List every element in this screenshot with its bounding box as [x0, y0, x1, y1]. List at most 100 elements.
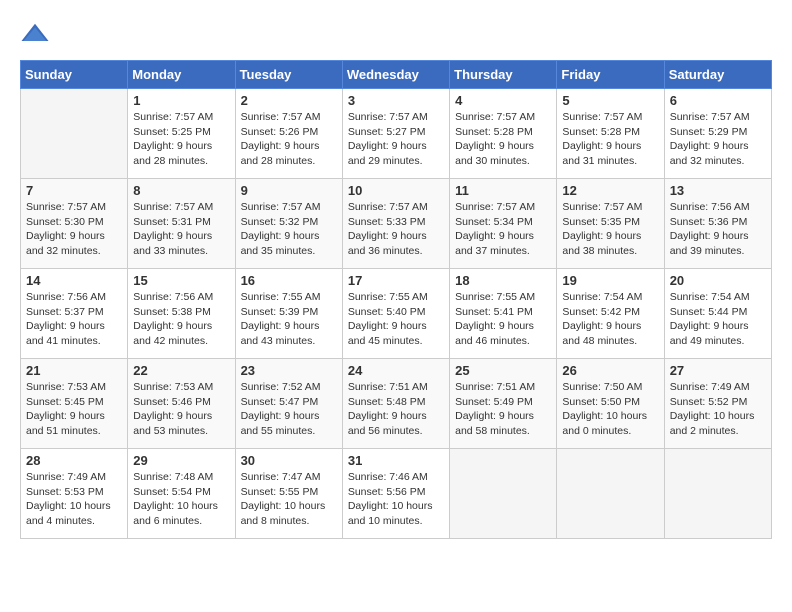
- cell-info: Sunrise: 7:49 AMSunset: 5:52 PMDaylight:…: [670, 380, 766, 439]
- cell-info: Sunrise: 7:51 AMSunset: 5:48 PMDaylight:…: [348, 380, 444, 439]
- cell-info: Sunrise: 7:57 AMSunset: 5:28 PMDaylight:…: [455, 110, 551, 169]
- cell-info: Sunrise: 7:48 AMSunset: 5:54 PMDaylight:…: [133, 470, 229, 529]
- cell-info: Sunrise: 7:54 AMSunset: 5:44 PMDaylight:…: [670, 290, 766, 349]
- day-number: 31: [348, 453, 444, 468]
- day-number: 20: [670, 273, 766, 288]
- day-header-saturday: Saturday: [664, 61, 771, 89]
- cell-info: Sunrise: 7:56 AMSunset: 5:36 PMDaylight:…: [670, 200, 766, 259]
- day-header-monday: Monday: [128, 61, 235, 89]
- calendar-cell: 20 Sunrise: 7:54 AMSunset: 5:44 PMDayligh…: [664, 269, 771, 359]
- logo: [20, 20, 52, 50]
- day-number: 24: [348, 363, 444, 378]
- calendar-cell: 7 Sunrise: 7:57 AMSunset: 5:30 PMDaylight…: [21, 179, 128, 269]
- day-number: 4: [455, 93, 551, 108]
- day-header-sunday: Sunday: [21, 61, 128, 89]
- day-number: 22: [133, 363, 229, 378]
- calendar-cell: 3Sunrise: 7:57 AMSunset: 5:27 PMDaylight…: [342, 89, 449, 179]
- logo-icon: [20, 20, 50, 50]
- cell-info: Sunrise: 7:53 AMSunset: 5:45 PMDaylight:…: [26, 380, 122, 439]
- calendar-cell: 14Sunrise: 7:56 AMSunset: 5:37 PMDayligh…: [21, 269, 128, 359]
- header: [20, 20, 772, 50]
- calendar-cell: 13 Sunrise: 7:56 AMSunset: 5:36 PMDayligh…: [664, 179, 771, 269]
- day-number: 12: [562, 183, 658, 198]
- cell-info: Sunrise: 7:57 AMSunset: 5:30 PMDaylight:…: [26, 200, 122, 259]
- calendar-cell: 2Sunrise: 7:57 AMSunset: 5:26 PMDaylight…: [235, 89, 342, 179]
- day-header-friday: Friday: [557, 61, 664, 89]
- day-number: 9: [241, 183, 337, 198]
- calendar-cell: 31 Sunrise: 7:46 AMSunset: 5:56 PMDayligh…: [342, 449, 449, 539]
- calendar-cell: 16 Sunrise: 7:55 AMSunset: 5:39 PMDayligh…: [235, 269, 342, 359]
- day-number: 5: [562, 93, 658, 108]
- calendar-cell: 11Sunrise: 7:57 AMSunset: 5:34 PMDayligh…: [450, 179, 557, 269]
- calendar-cell: 27 Sunrise: 7:49 AMSunset: 5:52 PMDayligh…: [664, 359, 771, 449]
- calendar-cell: 17 Sunrise: 7:55 AMSunset: 5:40 PMDayligh…: [342, 269, 449, 359]
- cell-info: Sunrise: 7:54 AMSunset: 5:42 PMDaylight:…: [562, 290, 658, 349]
- calendar-cell: 9 Sunrise: 7:57 AMSunset: 5:32 PMDaylight…: [235, 179, 342, 269]
- calendar-cell: 15Sunrise: 7:56 AMSunset: 5:38 PMDayligh…: [128, 269, 235, 359]
- week-row-3: 14Sunrise: 7:56 AMSunset: 5:37 PMDayligh…: [21, 269, 772, 359]
- cell-info: Sunrise: 7:57 AMSunset: 5:32 PMDaylight:…: [241, 200, 337, 259]
- calendar-table: SundayMondayTuesdayWednesdayThursdayFrid…: [20, 60, 772, 539]
- calendar-cell: [557, 449, 664, 539]
- calendar-cell: 1Sunrise: 7:57 AMSunset: 5:25 PMDaylight…: [128, 89, 235, 179]
- calendar-cell: 18 Sunrise: 7:55 AMSunset: 5:41 PMDayligh…: [450, 269, 557, 359]
- week-row-5: 28 Sunrise: 7:49 AMSunset: 5:53 PMDayligh…: [21, 449, 772, 539]
- calendar-cell: 4 Sunrise: 7:57 AMSunset: 5:28 PMDaylight…: [450, 89, 557, 179]
- day-number: 21: [26, 363, 122, 378]
- cell-info: Sunrise: 7:55 AMSunset: 5:41 PMDaylight:…: [455, 290, 551, 349]
- cell-info: Sunrise: 7:57 AMSunset: 5:35 PMDaylight:…: [562, 200, 658, 259]
- calendar-cell: 28 Sunrise: 7:49 AMSunset: 5:53 PMDayligh…: [21, 449, 128, 539]
- calendar-cell: 19Sunrise: 7:54 AMSunset: 5:42 PMDayligh…: [557, 269, 664, 359]
- cell-info: Sunrise: 7:57 AMSunset: 5:31 PMDaylight:…: [133, 200, 229, 259]
- cell-info: Sunrise: 7:57 AMSunset: 5:33 PMDaylight:…: [348, 200, 444, 259]
- header-row: SundayMondayTuesdayWednesdayThursdayFrid…: [21, 61, 772, 89]
- day-number: 28: [26, 453, 122, 468]
- day-number: 15: [133, 273, 229, 288]
- calendar-cell: 24 Sunrise: 7:51 AMSunset: 5:48 PMDayligh…: [342, 359, 449, 449]
- day-number: 23: [241, 363, 337, 378]
- calendar-cell: 30 Sunrise: 7:47 AMSunset: 5:55 PMDayligh…: [235, 449, 342, 539]
- cell-info: Sunrise: 7:46 AMSunset: 5:56 PMDaylight:…: [348, 470, 444, 529]
- cell-info: Sunrise: 7:55 AMSunset: 5:39 PMDaylight:…: [241, 290, 337, 349]
- day-number: 13: [670, 183, 766, 198]
- calendar-cell: 29 Sunrise: 7:48 AMSunset: 5:54 PMDayligh…: [128, 449, 235, 539]
- calendar-cell: [450, 449, 557, 539]
- cell-info: Sunrise: 7:56 AMSunset: 5:37 PMDaylight:…: [26, 290, 122, 349]
- cell-info: Sunrise: 7:53 AMSunset: 5:46 PMDaylight:…: [133, 380, 229, 439]
- week-row-4: 21 Sunrise: 7:53 AMSunset: 5:45 PMDayligh…: [21, 359, 772, 449]
- calendar-cell: 8 Sunrise: 7:57 AMSunset: 5:31 PMDaylight…: [128, 179, 235, 269]
- calendar-cell: 22 Sunrise: 7:53 AMSunset: 5:46 PMDayligh…: [128, 359, 235, 449]
- day-number: 29: [133, 453, 229, 468]
- day-number: 18: [455, 273, 551, 288]
- day-number: 30: [241, 453, 337, 468]
- day-number: 27: [670, 363, 766, 378]
- cell-info: Sunrise: 7:57 AMSunset: 5:28 PMDaylight:…: [562, 110, 658, 169]
- calendar-cell: 10Sunrise: 7:57 AMSunset: 5:33 PMDayligh…: [342, 179, 449, 269]
- day-number: 8: [133, 183, 229, 198]
- calendar-cell: [21, 89, 128, 179]
- calendar-cell: 12 Sunrise: 7:57 AMSunset: 5:35 PMDayligh…: [557, 179, 664, 269]
- cell-info: Sunrise: 7:55 AMSunset: 5:40 PMDaylight:…: [348, 290, 444, 349]
- cell-info: Sunrise: 7:57 AMSunset: 5:27 PMDaylight:…: [348, 110, 444, 169]
- day-number: 17: [348, 273, 444, 288]
- day-header-thursday: Thursday: [450, 61, 557, 89]
- day-number: 6: [670, 93, 766, 108]
- week-row-1: 1Sunrise: 7:57 AMSunset: 5:25 PMDaylight…: [21, 89, 772, 179]
- day-number: 25: [455, 363, 551, 378]
- day-number: 7: [26, 183, 122, 198]
- calendar-cell: 23Sunrise: 7:52 AMSunset: 5:47 PMDayligh…: [235, 359, 342, 449]
- calendar-cell: 21 Sunrise: 7:53 AMSunset: 5:45 PMDayligh…: [21, 359, 128, 449]
- cell-info: Sunrise: 7:51 AMSunset: 5:49 PMDaylight:…: [455, 380, 551, 439]
- calendar-cell: 6Sunrise: 7:57 AMSunset: 5:29 PMDaylight…: [664, 89, 771, 179]
- day-header-wednesday: Wednesday: [342, 61, 449, 89]
- day-number: 1: [133, 93, 229, 108]
- calendar-cell: 26Sunrise: 7:50 AMSunset: 5:50 PMDayligh…: [557, 359, 664, 449]
- calendar-cell: 5 Sunrise: 7:57 AMSunset: 5:28 PMDaylight…: [557, 89, 664, 179]
- calendar-cell: 25 Sunrise: 7:51 AMSunset: 5:49 PMDayligh…: [450, 359, 557, 449]
- day-number: 11: [455, 183, 551, 198]
- cell-info: Sunrise: 7:50 AMSunset: 5:50 PMDaylight:…: [562, 380, 658, 439]
- week-row-2: 7 Sunrise: 7:57 AMSunset: 5:30 PMDaylight…: [21, 179, 772, 269]
- cell-info: Sunrise: 7:47 AMSunset: 5:55 PMDaylight:…: [241, 470, 337, 529]
- cell-info: Sunrise: 7:49 AMSunset: 5:53 PMDaylight:…: [26, 470, 122, 529]
- day-number: 16: [241, 273, 337, 288]
